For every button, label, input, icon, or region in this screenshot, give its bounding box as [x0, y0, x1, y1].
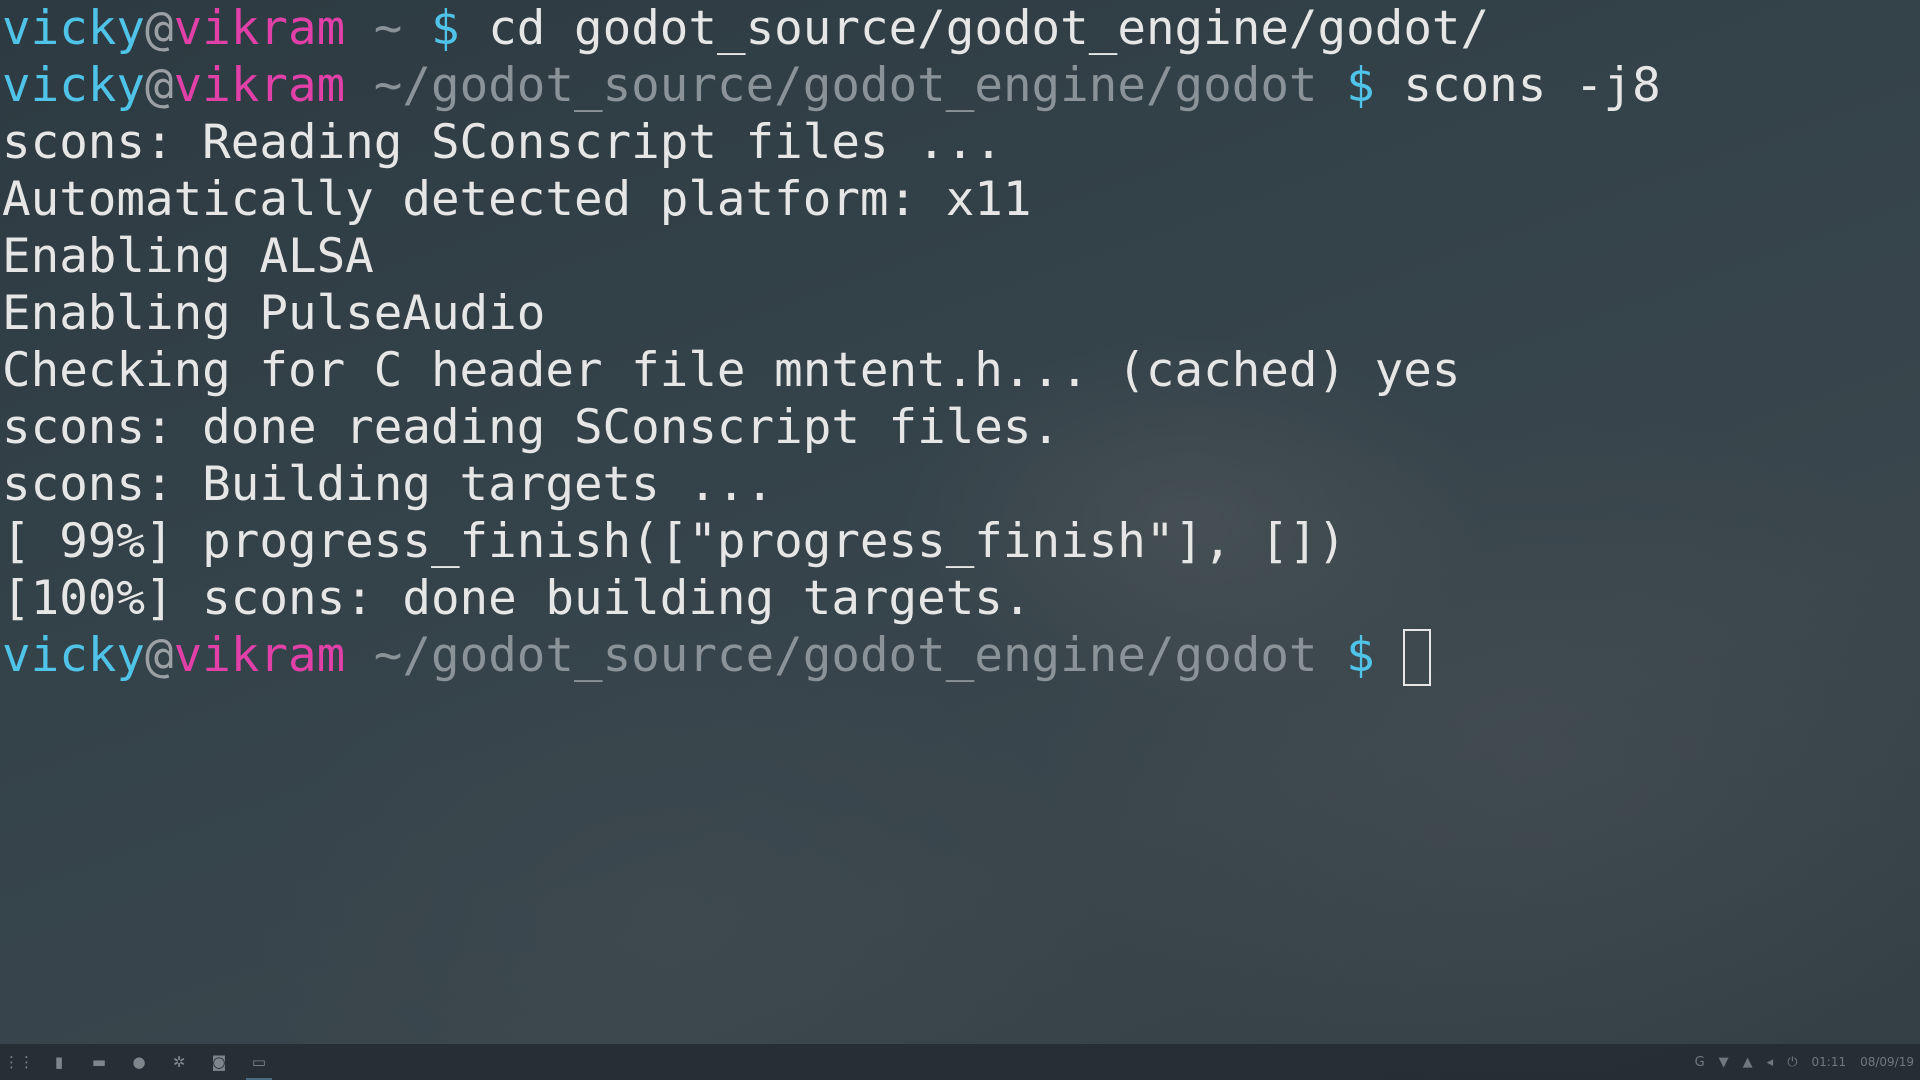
output-line: Checking for C header file mntent.h... (… — [2, 343, 1461, 398]
output-line: Enabling PulseAudio — [2, 286, 546, 341]
system-tray: G ▼ ▲ ◂ ⏻ 01:11 08/09/19 — [1695, 1055, 1914, 1070]
settings-icon[interactable]: ✲ — [166, 1049, 192, 1075]
prompt-host: vikram — [173, 58, 346, 113]
output-line: [100%] scons: done building targets. — [2, 571, 1032, 626]
info-icon[interactable]: ▮ — [46, 1049, 72, 1075]
taskbar-launchers: ⋮⋮ ▮ ▬ ● ✲ ◙ ▭ — [4, 1049, 272, 1080]
notification-icon[interactable]: ▲ — [1743, 1055, 1753, 1070]
prompt-symbol: $ — [1346, 58, 1375, 113]
output-line: Automatically detected platform: x11 — [2, 172, 1032, 227]
command-text: cd godot_source/godot_engine/godot/ — [459, 1, 1490, 56]
terminal-window[interactable]: vicky@vikram ~ $ cd godot_source/godot_e… — [0, 0, 1920, 1044]
prompt-path: ~ — [345, 1, 431, 56]
output-line: scons: Reading SConscript files ... — [2, 115, 1003, 170]
command-input[interactable] — [1375, 628, 1404, 683]
prompt-at: @ — [145, 58, 174, 113]
terminal-icon[interactable]: ▭ — [246, 1049, 272, 1080]
media-icon[interactable]: ◙ — [206, 1049, 232, 1075]
prompt-user: vicky — [2, 628, 145, 683]
clock-date[interactable]: 08/09/19 — [1860, 1055, 1914, 1069]
tray-app-icon[interactable]: G — [1695, 1055, 1705, 1070]
volume-icon[interactable]: ◂ — [1767, 1055, 1774, 1070]
output-line: scons: Building targets ... — [2, 457, 775, 512]
output-line: scons: done reading SConscript files. — [2, 400, 1061, 455]
prompt-path: ~/godot_source/godot_engine/godot — [345, 628, 1347, 683]
taskbar: ⋮⋮ ▮ ▬ ● ✲ ◙ ▭ G ▼ ▲ ◂ ⏻ 01:11 08/09/19 — [0, 1044, 1920, 1080]
app-grid-icon[interactable]: ⋮⋮ — [4, 1049, 34, 1075]
terminal-line-prompt[interactable]: vicky@vikram ~/godot_source/godot_engine… — [2, 627, 1920, 686]
firefox-icon[interactable]: ● — [126, 1049, 152, 1075]
command-text: scons -j8 — [1374, 58, 1661, 113]
prompt-host: vikram — [173, 628, 346, 683]
text-cursor — [1403, 629, 1432, 686]
wifi-icon[interactable]: ▼ — [1719, 1055, 1729, 1070]
power-icon[interactable]: ⏻ — [1787, 1055, 1797, 1070]
output-line: Enabling ALSA — [2, 229, 374, 284]
prompt-user: vicky — [2, 58, 145, 113]
prompt-user: vicky — [2, 1, 145, 56]
prompt-at: @ — [145, 1, 174, 56]
prompt-symbol: $ — [1346, 628, 1375, 683]
prompt-at: @ — [145, 628, 174, 683]
terminal-line-1: vicky@vikram ~ $ cd godot_source/godot_e… — [2, 0, 1920, 57]
terminal-line-2: vicky@vikram ~/godot_source/godot_engine… — [2, 57, 1920, 114]
prompt-symbol: $ — [431, 1, 460, 56]
clock-time[interactable]: 01:11 — [1812, 1055, 1847, 1069]
file-manager-icon[interactable]: ▬ — [86, 1049, 112, 1075]
output-line: [ 99%] progress_finish(["progress_finish… — [2, 514, 1347, 569]
prompt-host: vikram — [173, 1, 346, 56]
prompt-path: ~/godot_source/godot_engine/godot — [345, 58, 1347, 113]
